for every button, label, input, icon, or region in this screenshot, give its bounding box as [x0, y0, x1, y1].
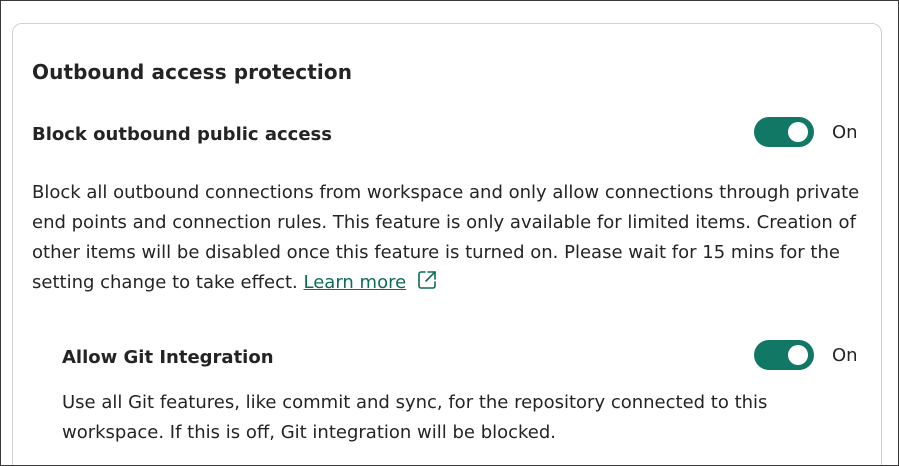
block-outbound-description-text: Block all outbound connections from work…: [32, 182, 860, 293]
git-integration-toggle[interactable]: [754, 340, 814, 370]
block-outbound-label: Block outbound public access: [32, 124, 332, 145]
git-integration-state: On: [832, 345, 858, 366]
block-outbound-state: On: [832, 122, 858, 143]
screenshot-frame: Outbound access protection Block outboun…: [0, 0, 899, 466]
outbound-access-card: Outbound access protection Block outboun…: [12, 23, 882, 465]
git-integration-label: Allow Git Integration: [62, 347, 274, 368]
open-in-new-window-icon[interactable]: [416, 269, 438, 291]
section-title: Outbound access protection: [32, 60, 353, 84]
block-outbound-description: Block all outbound connections from work…: [32, 178, 860, 298]
git-integration-description: Use all Git features, like commit and sy…: [62, 392, 768, 443]
toggle-knob: [788, 345, 808, 365]
toggle-knob: [788, 122, 808, 142]
block-outbound-toggle[interactable]: [754, 117, 814, 147]
learn-more-link[interactable]: Learn more: [304, 272, 407, 293]
